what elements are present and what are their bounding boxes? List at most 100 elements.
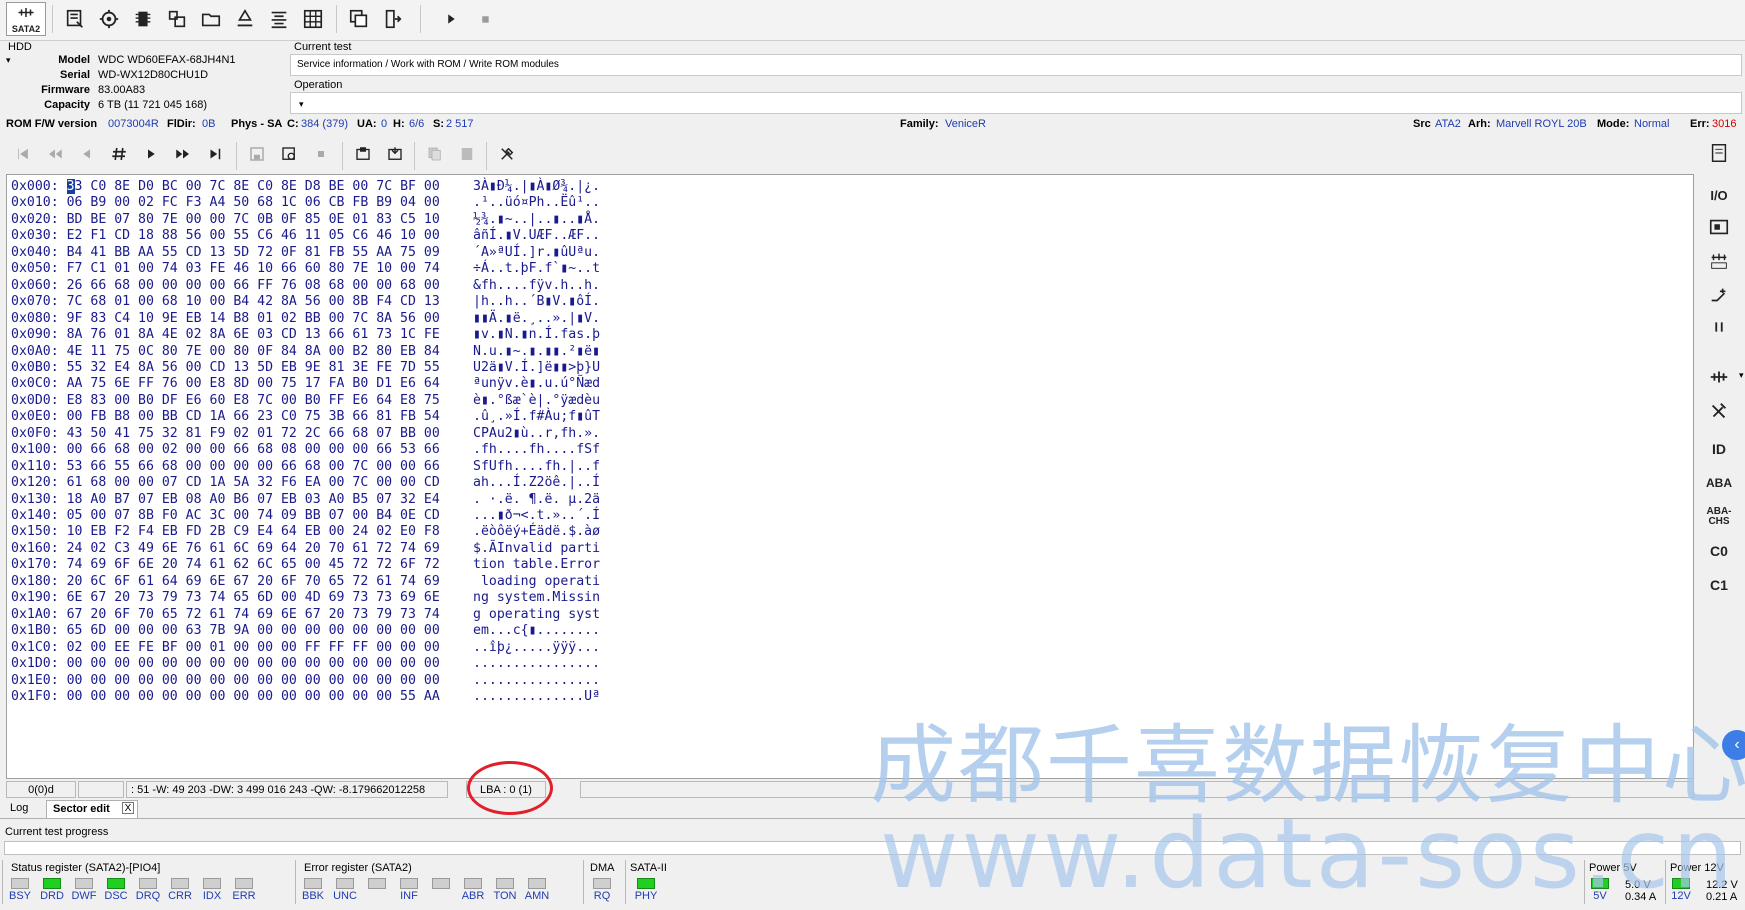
hex-row-ascii[interactable]: g operating syst [473, 607, 600, 623]
paste-button[interactable] [454, 142, 480, 166]
hex-row[interactable]: 0x120: 61 68 00 00 07 CD 1A 5A 32 F6 EA … [11, 475, 440, 491]
hex-row-ascii[interactable]: ................ [473, 673, 600, 689]
hex-row[interactable]: 0x0B0: 55 32 E4 8A 56 00 CD 13 5D EB 9E … [11, 360, 440, 376]
hex-row-ascii[interactable]: ▮▮Ä.▮ë.¸..».|▮V. [473, 311, 600, 327]
hex-row-ascii[interactable]: CPAu2▮ù..r,fh.». [473, 426, 600, 442]
tools-button[interactable] [494, 142, 520, 166]
hex-row[interactable]: 0x100: 00 66 68 00 02 00 00 66 68 08 00 … [11, 442, 440, 458]
hex-row[interactable]: 0x160: 24 02 C3 49 6E 76 61 6C 69 64 20 … [11, 541, 440, 557]
hex-row[interactable]: 0x090: 8A 76 01 8A 4E 02 8A 6E 03 CD 13 … [11, 327, 440, 343]
hex-row-ascii[interactable]: è▮.°ßæ`è|.°ÿædèu [473, 393, 600, 409]
sata-dropdown-arrow-icon[interactable]: ▾ [1739, 370, 1744, 381]
hex-row[interactable]: 0x1D0: 00 00 00 00 00 00 00 00 00 00 00 … [11, 656, 440, 672]
hex-row[interactable]: 0x140: 05 00 07 8B F0 AC 3C 00 74 09 BB … [11, 508, 440, 524]
hex-row-ascii[interactable]: .fh....fh....fSf [473, 442, 600, 458]
hex-row-ascii[interactable]: $.ÃInvalid parti [473, 541, 600, 557]
hex-row-ascii[interactable]: ▮v.▮N.▮n.Í.fas.þ [473, 327, 600, 343]
hex-row-ascii[interactable]: .û¸.»Í.f#Àu;f▮ûT [473, 409, 600, 425]
hex-row-ascii[interactable]: ..............Uª [473, 689, 600, 705]
hex-row-ascii[interactable]: U2ä▮V.Í.]ë▮▮>þ}U [473, 360, 600, 376]
power-switch-button[interactable] [1703, 280, 1735, 310]
hex-row[interactable]: 0x070: 7C 68 01 00 68 10 00 B4 42 8A 56 … [11, 294, 440, 310]
hex-row[interactable]: 0x110: 53 66 55 66 68 00 00 00 00 66 68 … [11, 459, 440, 475]
aba-chs-button[interactable]: ABA- CHS [1703, 502, 1735, 532]
hex-row[interactable]: 0x130: 18 A0 B7 07 EB 08 A0 B6 07 EB 03 … [11, 492, 440, 508]
hex-row[interactable]: 0x190: 6E 67 20 73 79 73 74 65 6D 00 4D … [11, 590, 440, 606]
hex-row-ascii[interactable]: SfUfh....fh.|..f [473, 459, 600, 475]
hex-row[interactable]: 0x1A0: 67 20 6F 70 65 72 61 74 69 6E 67 … [11, 607, 440, 623]
chip-button[interactable] [128, 4, 158, 34]
hex-row-ascii[interactable]: ..îþ¿.....ÿÿÿ... [473, 640, 600, 656]
hex-row-ascii[interactable]: &fh....fÿv.h..h. [473, 278, 600, 294]
hex-cursor-byte[interactable]: 3 [66, 179, 75, 194]
c0-button[interactable]: C0 [1703, 536, 1735, 566]
next-sector-button[interactable] [138, 142, 164, 166]
hex-row[interactable]: 0x050: F7 C1 01 00 74 03 FE 46 10 66 60 … [11, 261, 440, 277]
prev-fast-button[interactable] [42, 142, 68, 166]
pause-button[interactable] [1703, 312, 1735, 342]
stop-edit-button[interactable] [308, 142, 334, 166]
hex-row[interactable]: 0x060: 26 66 68 00 00 00 00 66 FF 76 08 … [11, 278, 440, 294]
hex-row-ascii[interactable]: tion table.Error [473, 557, 600, 573]
hex-row[interactable]: 0x150: 10 EB F2 F4 EB FD 2B C9 E4 64 EB … [11, 524, 440, 540]
hex-row[interactable]: 0x040: B4 41 BB AA 55 CD 13 5D 72 0F 81 … [11, 245, 440, 261]
stack-button[interactable] [264, 4, 294, 34]
hex-row[interactable]: 0x0F0: 43 50 41 75 32 81 F9 02 01 72 2C … [11, 426, 440, 442]
hex-row-ascii[interactable]: 3À▮Ð¼.|▮À▮Ø¾.|¿. [473, 179, 600, 195]
hex-row-ascii[interactable]: ªunÿv.è▮.u.ú°Ñæd [473, 376, 600, 392]
sata-dropdown-button[interactable] [1703, 362, 1735, 392]
hex-row-ascii[interactable]: . ·.ë. ¶.ë. µ.2ä [473, 492, 600, 508]
hex-row-ascii[interactable]: .ëòôëý+Éädë.$.àø [473, 524, 600, 540]
play-button[interactable] [436, 4, 466, 34]
last-sector-button[interactable] [202, 142, 228, 166]
hex-row[interactable]: 0x0D0: E8 83 00 B0 DF E6 60 E8 7C 00 B0 … [11, 393, 440, 409]
exit-button[interactable] [378, 4, 408, 34]
save-sector-button[interactable] [244, 142, 270, 166]
aba-button[interactable]: ABA [1703, 468, 1735, 498]
hex-editor-panel[interactable]: 0x000: 33 C0 8E D0 BC 00 7C 8E C0 8E D8 … [6, 174, 1694, 779]
hex-row-ascii[interactable]: ½¾.▮~..|..▮..▮Å. [473, 212, 600, 228]
hex-row[interactable]: 0x080: 9F 83 C4 10 9E EB 14 B8 01 02 BB … [11, 311, 440, 327]
hex-row[interactable]: 0x0E0: 00 FB B8 00 BB CD 1A 66 23 C0 75 … [11, 409, 440, 425]
tab-log[interactable]: Log [4, 800, 34, 819]
board-button[interactable] [1703, 212, 1735, 242]
gear-drive-button[interactable] [94, 4, 124, 34]
hex-row-ascii[interactable]: ah...Í.Z2öê.|..Í [473, 475, 600, 491]
prev-sector-button[interactable] [74, 142, 100, 166]
c1-button[interactable]: C1 [1703, 570, 1735, 600]
read-to-file-button[interactable] [350, 142, 376, 166]
stop-button[interactable] [470, 4, 500, 34]
hex-row[interactable]: 0x1C0: 02 00 EE FE BF 00 01 00 00 00 FF … [11, 640, 440, 656]
sata2-port-button[interactable]: SATA2 [6, 2, 46, 36]
copy-windows-button[interactable] [344, 4, 374, 34]
flash-button[interactable] [230, 4, 260, 34]
utility-drive-button[interactable] [60, 4, 90, 34]
side-collapse-button[interactable]: ‹ [1722, 730, 1745, 760]
next-fast-button[interactable] [170, 142, 196, 166]
hex-row-ascii[interactable]: ...▮ð¬<.t.»..´.Í [473, 508, 600, 524]
hex-row[interactable]: 0x1F0: 00 00 00 00 00 00 00 00 00 00 00 … [11, 689, 440, 705]
operation-dropdown-arrow-icon[interactable]: ▾ [299, 99, 304, 110]
first-sector-button[interactable] [10, 142, 36, 166]
hex-row[interactable]: 0x030: E2 F1 CD 18 88 56 00 55 C6 46 11 … [11, 228, 440, 244]
hex-row[interactable]: 0x010: 06 B9 00 02 FC F3 A4 50 68 1C 06 … [11, 195, 440, 211]
copy-button[interactable] [422, 142, 448, 166]
close-tab-icon[interactable]: X [122, 802, 134, 814]
io-button[interactable]: I/O [1703, 180, 1735, 210]
hex-row-ascii[interactable]: ng system.Missin [473, 590, 600, 606]
hex-row-ascii[interactable]: N.u.▮~.▮.▮▮.²▮ë▮ [473, 344, 600, 360]
hex-row[interactable]: 0x1B0: 65 6D 00 00 00 63 7B 9A 00 00 00 … [11, 623, 440, 639]
goto-sector-button[interactable] [106, 142, 132, 166]
hex-row-ascii[interactable]: .¹..üó¤Ph..Ëû¹.. [473, 195, 600, 211]
id-button[interactable]: ID [1703, 434, 1735, 464]
grid-button[interactable] [298, 4, 328, 34]
tools-side-button[interactable] [1703, 396, 1735, 426]
hex-row[interactable]: 0x000: 33 C0 8E D0 BC 00 7C 8E C0 8E D8 … [11, 179, 440, 195]
write-sector-button[interactable] [276, 142, 302, 166]
hex-row[interactable]: 0x020: BD BE 07 80 7E 00 00 7C 0B 0F 85 … [11, 212, 440, 228]
modules-button[interactable] [162, 4, 192, 34]
hex-row-ascii[interactable]: ´A»ªUÍ.]r.▮ûUªu. [473, 245, 600, 261]
hex-row-ascii[interactable]: |h..h..´B▮V.▮ôÍ. [473, 294, 600, 310]
hex-row-ascii[interactable]: em...c{▮........ [473, 623, 600, 639]
book-button[interactable] [1703, 138, 1735, 168]
